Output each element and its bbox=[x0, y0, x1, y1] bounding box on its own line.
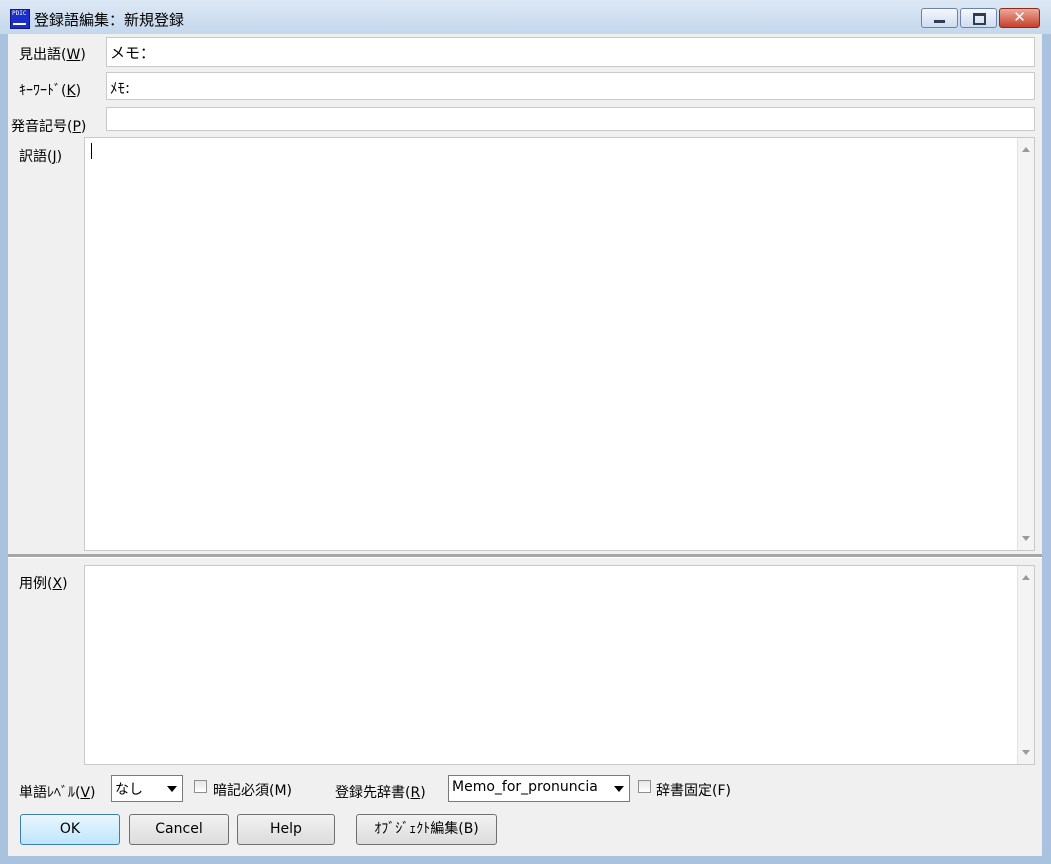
dropdown-arrow-icon bbox=[614, 786, 624, 792]
minimize-icon bbox=[934, 20, 945, 23]
window-title: 登録語編集：新規登録 bbox=[34, 11, 185, 29]
dictionary-fix-checkbox[interactable] bbox=[638, 780, 651, 793]
pane-splitter[interactable] bbox=[8, 554, 1042, 558]
word-level-select[interactable]: なし bbox=[111, 775, 183, 802]
word-level-value: なし bbox=[115, 782, 143, 798]
cancel-button[interactable]: Cancel bbox=[129, 814, 229, 845]
word-level-label: 単語ﾚﾍﾞﾙ(V) bbox=[19, 785, 96, 801]
scroll-up-arrow-icon[interactable] bbox=[1022, 575, 1030, 580]
memorize-label: 暗記必須(M) bbox=[213, 783, 293, 799]
dialog-window: PDIC 登録語編集：新規登録 ✕ 見出語(W) メモ： ｷｰﾜｰﾄﾞ(K) ﾒ… bbox=[0, 0, 1051, 864]
object-edit-button[interactable]: ｵﾌﾞｼﾞｪｸﾄ編集(B) bbox=[356, 814, 497, 845]
memorize-checkbox[interactable] bbox=[194, 780, 207, 793]
minimize-button[interactable] bbox=[921, 8, 958, 28]
target-dictionary-label: 登録先辞書(R) bbox=[335, 785, 426, 801]
target-dictionary-select[interactable]: Memo_for_pronuncia bbox=[448, 775, 630, 802]
headword-label: 見出語(W) bbox=[19, 47, 86, 63]
dropdown-arrow-icon bbox=[167, 786, 177, 792]
title-bar[interactable]: PDIC 登録語編集：新規登録 ✕ bbox=[0, 0, 1051, 34]
help-button[interactable]: Help bbox=[237, 814, 335, 845]
headword-input[interactable]: メモ： bbox=[106, 37, 1035, 67]
pronunciation-label: 発音記号(P) bbox=[11, 119, 87, 135]
example-textarea[interactable] bbox=[84, 565, 1035, 765]
translation-scrollbar[interactable] bbox=[1017, 138, 1034, 550]
maximize-icon bbox=[973, 13, 986, 25]
keyword-input[interactable]: ﾒﾓ: bbox=[106, 72, 1035, 100]
target-dictionary-value: Memo_for_pronuncia bbox=[452, 779, 598, 795]
keyword-label: ｷｰﾜｰﾄﾞ(K) bbox=[19, 83, 82, 99]
window-bottom-border bbox=[0, 856, 1051, 864]
pronunciation-input[interactable] bbox=[106, 107, 1035, 131]
dialog-client-area: 見出語(W) メモ： ｷｰﾜｰﾄﾞ(K) ﾒﾓ: 発音記号(P) 訳語(J) 用… bbox=[8, 34, 1042, 856]
example-scrollbar[interactable] bbox=[1017, 566, 1034, 764]
translation-textarea[interactable] bbox=[84, 137, 1035, 551]
scroll-up-arrow-icon[interactable] bbox=[1022, 147, 1030, 152]
ok-button[interactable]: OK bbox=[20, 814, 120, 845]
scroll-down-arrow-icon[interactable] bbox=[1022, 750, 1030, 755]
example-label: 用例(X) bbox=[19, 576, 68, 592]
dictionary-fix-label: 辞書固定(F) bbox=[656, 783, 731, 799]
close-button[interactable]: ✕ bbox=[999, 8, 1040, 28]
scroll-down-arrow-icon[interactable] bbox=[1022, 536, 1030, 541]
close-icon: ✕ bbox=[1013, 8, 1026, 26]
pdic-app-icon: PDIC bbox=[10, 9, 30, 29]
translation-label: 訳語(J) bbox=[19, 149, 63, 165]
maximize-button[interactable] bbox=[960, 8, 997, 28]
text-caret bbox=[91, 143, 92, 159]
